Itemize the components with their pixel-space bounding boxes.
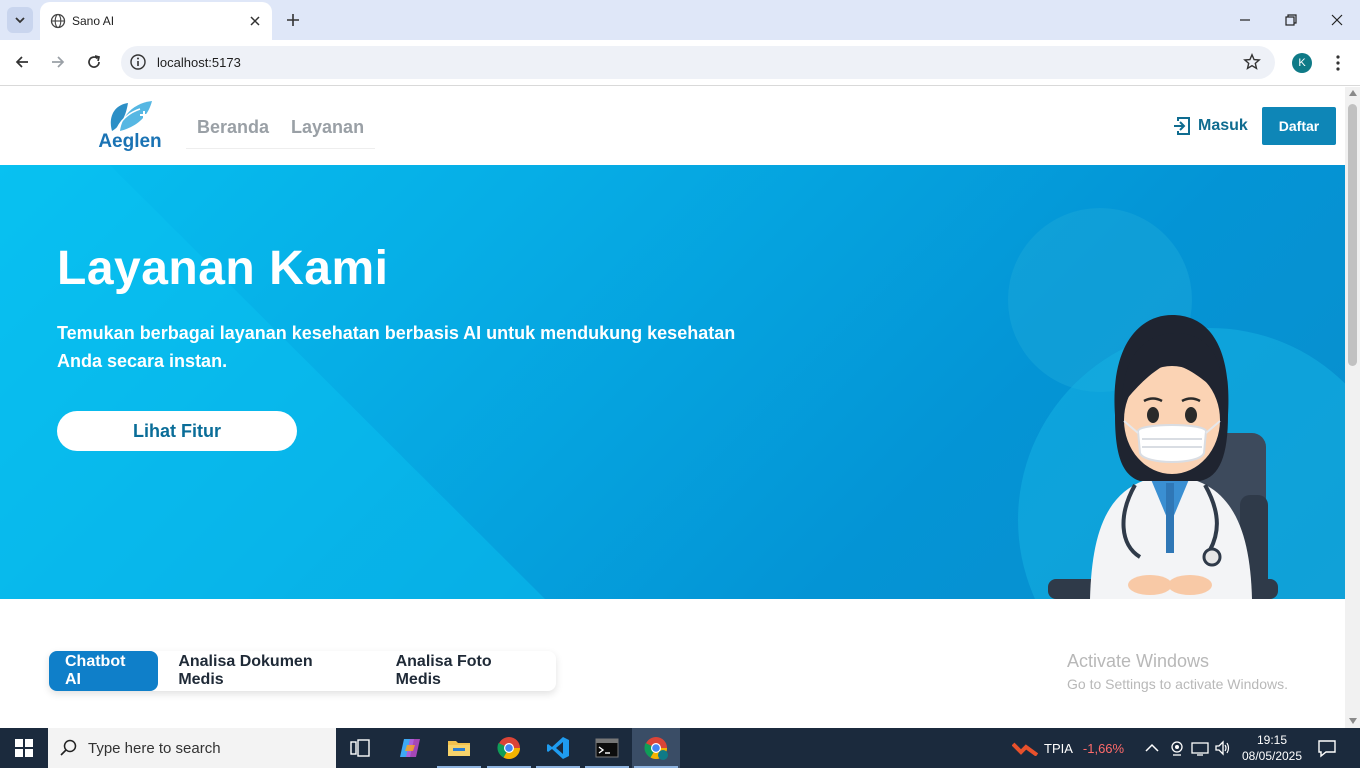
network-button[interactable]	[1190, 738, 1210, 758]
file-explorer-app[interactable]	[435, 728, 483, 768]
taskbar-clock[interactable]: 19:15 08/05/2025	[1236, 732, 1308, 764]
nav-link-layanan[interactable]: Layanan	[280, 109, 375, 148]
webcam-icon	[1171, 741, 1183, 756]
info-icon[interactable]	[129, 53, 147, 71]
copilot-icon	[400, 739, 420, 757]
tab-search-button[interactable]	[7, 7, 33, 33]
hero-banner: Layanan Kami Temukan berbagai layanan ke…	[0, 165, 1345, 599]
taskbar-search[interactable]: Type here to search	[48, 728, 336, 768]
activate-windows-watermark: Activate Windows Go to Settings to activ…	[1067, 651, 1288, 692]
page-scrollbar[interactable]	[1345, 87, 1360, 728]
address-bar[interactable]: localhost:5173	[121, 46, 1275, 79]
folder-icon	[448, 741, 470, 756]
close-icon	[250, 16, 260, 26]
chrome-profile-app[interactable]	[632, 728, 680, 768]
hero-subtitle: Temukan berbagai layanan kesehatan berba…	[57, 323, 736, 371]
scroll-thumb[interactable]	[1348, 104, 1357, 366]
vscode-icon	[547, 737, 569, 759]
browser-tab-active[interactable]: Sano AI	[40, 2, 272, 40]
clock-time: 19:15	[1256, 733, 1288, 747]
meet-now-button[interactable]	[1167, 738, 1187, 758]
activate-windows-title: Activate Windows	[1067, 651, 1210, 671]
taskbar-search-placeholder: Type here to search	[88, 740, 221, 757]
volume-button[interactable]	[1213, 738, 1233, 758]
restore-button[interactable]	[1268, 0, 1314, 40]
register-button[interactable]: Daftar	[1262, 107, 1336, 145]
restore-icon	[1285, 14, 1297, 26]
close-window-button[interactable]	[1314, 0, 1360, 40]
tab-chatbot-ai[interactable]: Chatbot AI	[49, 651, 159, 691]
windows-taskbar: Type here to search TPIA -1,66% 19:15 08…	[0, 728, 1360, 768]
site-logo[interactable]: Aeglen	[98, 97, 162, 157]
speaker-icon	[1215, 740, 1230, 756]
chevron-down-icon	[15, 17, 25, 24]
stock-symbol: TPIA	[1044, 740, 1073, 756]
back-button[interactable]	[8, 48, 36, 76]
close-tab-button[interactable]	[246, 12, 264, 30]
chrome-profile-icon	[644, 737, 668, 760]
bookmark-star-icon[interactable]	[1243, 53, 1261, 71]
login-button[interactable]: Masuk	[1172, 115, 1248, 137]
main-nav: Beranda Layanan	[186, 109, 376, 149]
reload-icon	[88, 55, 101, 68]
site-navbar: Aeglen Beranda Layanan Masuk Daftar	[0, 87, 1345, 165]
chrome-icon	[497, 737, 520, 759]
login-icon	[1174, 117, 1190, 135]
close-icon	[1331, 14, 1343, 26]
view-features-button[interactable]: Lihat Fitur	[57, 411, 297, 451]
login-label: Masuk	[1198, 117, 1248, 134]
leaf-logo-icon	[110, 101, 152, 132]
feature-tabs: Chatbot AI Analisa Dokumen Medis Analisa…	[49, 651, 556, 691]
terminal-icon	[595, 738, 619, 758]
tab-analisa-dokumen-medis[interactable]: Analisa Dokumen Medis	[158, 651, 375, 691]
more-vertical-icon	[1336, 55, 1340, 71]
terminal-app[interactable]	[583, 728, 631, 768]
stock-chart-icon	[1012, 742, 1038, 756]
windows-logo-icon	[15, 739, 33, 757]
show-hidden-icons-button[interactable]	[1142, 738, 1162, 758]
task-view-button[interactable]	[336, 728, 384, 768]
browser-tab-strip: Sano AI	[0, 0, 1360, 40]
activate-windows-subtitle: Go to Settings to activate Windows.	[1067, 676, 1288, 692]
nav-link-beranda[interactable]: Beranda	[186, 109, 280, 148]
stock-change: -1,66%	[1082, 740, 1125, 756]
tab-analisa-foto-medis[interactable]: Analisa Foto Medis	[376, 651, 556, 691]
globe-icon	[50, 13, 66, 29]
chrome-app[interactable]	[485, 728, 533, 768]
start-button[interactable]	[0, 728, 48, 768]
tab-title: Sano AI	[72, 14, 115, 28]
logo-text: Aeglen	[98, 131, 162, 152]
arrow-right-icon	[52, 56, 65, 68]
chevron-up-icon	[1145, 743, 1159, 752]
clock-date: 08/05/2025	[1241, 749, 1303, 763]
scroll-up-arrow[interactable]	[1349, 90, 1357, 96]
hero-title: Layanan Kami	[57, 242, 389, 295]
reload-button[interactable]	[80, 48, 108, 76]
stock-widget[interactable]: TPIA -1,66%	[1012, 740, 1124, 756]
notification-icon[interactable]	[1316, 737, 1338, 759]
new-tab-button[interactable]	[282, 9, 304, 31]
copilot-app[interactable]	[386, 728, 434, 768]
scroll-down-arrow[interactable]	[1349, 718, 1357, 724]
url-text[interactable]: localhost:5173	[157, 55, 241, 70]
profile-avatar[interactable]: K	[1292, 53, 1312, 73]
minimize-icon	[1240, 19, 1250, 21]
network-icon	[1191, 742, 1209, 756]
task-view-icon	[350, 739, 370, 757]
vscode-app[interactable]	[534, 728, 582, 768]
browser-menu-button[interactable]	[1328, 52, 1348, 74]
forward-button[interactable]	[44, 48, 72, 76]
minimize-button[interactable]	[1222, 0, 1268, 40]
page-viewport: Aeglen Beranda Layanan Masuk Daftar Laya…	[0, 87, 1345, 728]
browser-toolbar: localhost:5173 K	[0, 40, 1360, 86]
doctor-illustration	[1048, 315, 1278, 599]
plus-icon	[287, 14, 299, 26]
search-icon	[60, 739, 77, 756]
arrow-left-icon	[15, 56, 28, 68]
